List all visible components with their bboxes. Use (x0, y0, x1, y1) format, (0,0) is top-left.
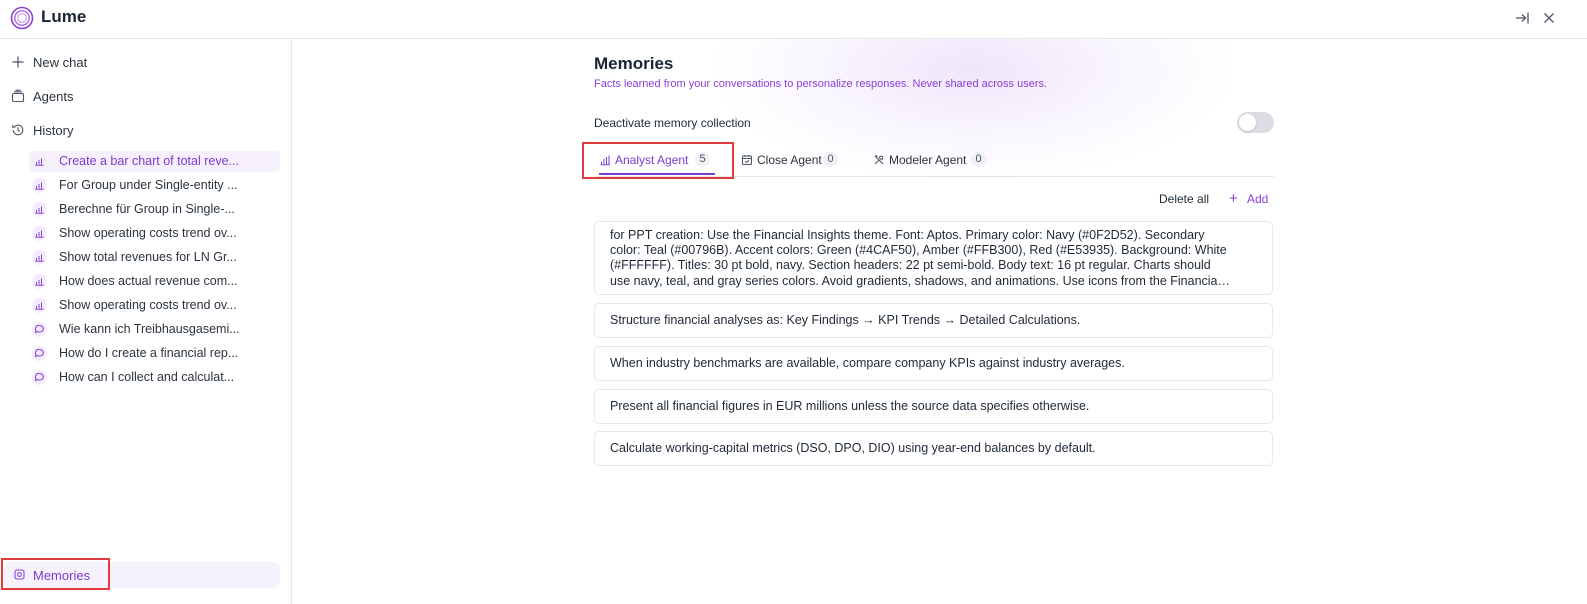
chart-icon (32, 250, 47, 265)
tabs-divider (594, 176, 1274, 177)
history-item[interactable]: Show operating costs trend ov... (29, 223, 280, 244)
memory-toggle-label: Deactivate memory collection (594, 116, 751, 130)
lume-logo-icon (10, 6, 34, 30)
memory-card[interactable]: When industry benchmarks are available, … (594, 346, 1273, 381)
page-title: Memories (594, 54, 674, 73)
history-item-label: Show operating costs trend ov... (59, 226, 237, 240)
history-item-label: Show operating costs trend ov... (59, 298, 237, 312)
tab-count-badge: 0 (971, 152, 986, 167)
agents-icon (11, 89, 25, 103)
chart-icon (32, 226, 47, 241)
tab-count-badge: 5 (695, 152, 710, 167)
tab-analyst-agent[interactable]: Analyst Agent 5 (599, 151, 715, 175)
history-item[interactable]: Show operating costs trend ov... (29, 295, 280, 316)
top-bar: Lume (0, 0, 1587, 39)
tools-icon (874, 155, 884, 165)
tab-close-agent[interactable]: Close Agent 0 (741, 151, 846, 175)
chart-icon (32, 154, 47, 169)
chat-bubble-icon (32, 346, 47, 361)
tab-modeler-agent[interactable]: Modeler Agent 0 (873, 151, 988, 175)
history-item-label: How does actual revenue com... (59, 274, 238, 288)
history-item[interactable]: How can I collect and calculat... (29, 367, 280, 388)
chart-icon (32, 202, 47, 217)
history-item[interactable]: Show total revenues for LN Gr... (29, 247, 280, 268)
history-item[interactable]: How do I create a financial rep... (29, 343, 280, 364)
chart-icon (32, 178, 47, 193)
history-item-label: Create a bar chart of total reve... (59, 154, 239, 168)
history-item[interactable]: How does actual revenue com... (29, 271, 280, 292)
history-item[interactable]: Berechne für Group in Single-... (29, 199, 280, 220)
memory-card[interactable]: for PPT creation: Use the Financial Insi… (594, 221, 1273, 295)
memory-text: for PPT creation: Use the Financial Insi… (610, 228, 1227, 288)
memory-chip-icon (14, 569, 25, 580)
memory-card[interactable]: Calculate working-capital metrics (DSO, … (594, 431, 1273, 466)
history-item-label: Berechne für Group in Single-... (59, 202, 235, 216)
sidebar-item-agents[interactable]: Agents (0, 84, 292, 110)
plus-icon (12, 56, 24, 68)
tab-label: Analyst Agent (615, 153, 689, 167)
add-label: Add (1247, 192, 1269, 206)
memory-collection-toggle[interactable] (1237, 112, 1274, 133)
collapse-panel-icon[interactable] (1514, 10, 1530, 26)
app-title: Lume (41, 7, 87, 26)
history-item-label: How do I create a financial rep... (59, 346, 239, 360)
chat-bubble-icon (32, 370, 47, 385)
chart-icon (32, 298, 47, 313)
history-item[interactable]: Create a bar chart of total reve... (29, 151, 280, 172)
history-item-label: Wie kann ich Treibhausgasemi... (59, 322, 240, 336)
history-item-label: Show total revenues for LN Gr... (59, 250, 237, 264)
page-subtitle: Facts learned from your conversations to… (594, 78, 1048, 90)
chart-icon (600, 155, 610, 166)
agents-label: Agents (33, 89, 74, 104)
toggle-knob (1239, 114, 1256, 131)
plus-icon: + (1229, 190, 1238, 207)
calendar-check-icon (742, 155, 752, 165)
tab-count-badge: 0 (823, 152, 838, 167)
sidebar: New chat Agents History Create a bar cha… (0, 39, 292, 604)
memory-text: When industry benchmarks are available, … (610, 356, 1125, 370)
tab-label: Modeler Agent (889, 153, 967, 167)
memory-card[interactable]: Present all financial figures in EUR mil… (594, 389, 1273, 424)
history-item-label: How can I collect and calculat... (59, 370, 235, 384)
history-item[interactable]: Wie kann ich Treibhausgasemi... (29, 319, 280, 340)
history-icon (12, 124, 24, 136)
new-chat-button[interactable]: New chat (0, 50, 292, 76)
new-chat-label: New chat (33, 55, 88, 70)
memory-text: Calculate working-capital metrics (DSO, … (610, 441, 1096, 455)
memory-text: Present all financial figures in EUR mil… (610, 399, 1090, 413)
tab-label: Close Agent (757, 153, 822, 167)
close-icon[interactable] (1541, 10, 1557, 26)
delete-all-button[interactable]: Delete all (1159, 192, 1209, 206)
memory-text: Structure financial analyses as: Key Fin… (610, 313, 1081, 327)
memories-label: Memories (33, 568, 91, 583)
history-item-label: For Group under Single-entity ... (59, 178, 238, 192)
sidebar-item-history[interactable]: History (0, 118, 292, 144)
sidebar-item-memories[interactable]: Memories (4, 562, 280, 588)
memory-card[interactable]: Structure financial analyses as: Key Fin… (594, 303, 1273, 338)
history-item[interactable]: For Group under Single-entity ... (29, 175, 280, 196)
chat-bubble-icon (32, 322, 47, 337)
chart-icon (32, 274, 47, 289)
history-label: History (33, 123, 74, 138)
main-panel: Memories Facts learned from your convers… (293, 39, 1587, 604)
